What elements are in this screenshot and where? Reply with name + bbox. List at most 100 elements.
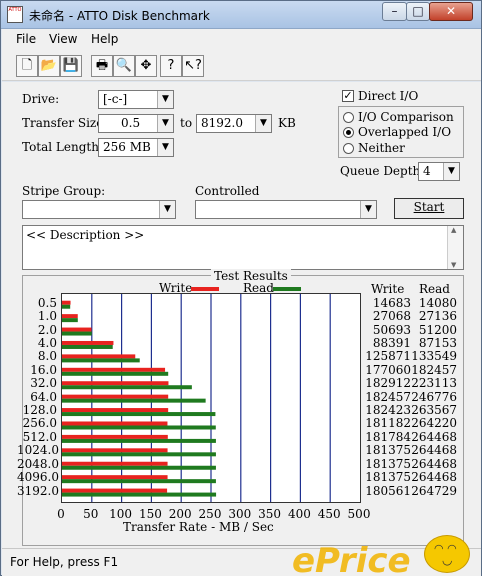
y-tick-label: 4.0 (37, 335, 57, 350)
move-icon[interactable]: ✥ (135, 55, 157, 77)
transfer-from-select[interactable]: 0.5 ▼ (98, 114, 174, 133)
stripe-group-label: Stripe Group: (22, 184, 106, 198)
total-length-value: 256 MB (103, 140, 151, 154)
neither-radio[interactable] (343, 143, 354, 154)
read-bar (62, 304, 71, 309)
write-bar (62, 421, 168, 426)
title-bar[interactable]: ATTO 未命名 - ATTO Disk Benchmark – □ ✕ (1, 1, 481, 29)
minimize-button[interactable]: – (382, 2, 407, 21)
help-icon[interactable]: ? (160, 55, 182, 77)
description-textarea[interactable]: << Description >> (22, 225, 464, 270)
write-value: 182423 (365, 403, 411, 418)
start-button-label: Start (413, 200, 445, 214)
read-bar (62, 371, 169, 376)
chevron-down-icon[interactable]: ▼ (157, 139, 173, 156)
write-value: 181375 (365, 443, 411, 458)
total-length-select[interactable]: 256 MB ▼ (98, 138, 174, 157)
legend-write-swatch (191, 287, 219, 291)
transfer-size-label: Transfer Size: (22, 116, 108, 130)
transfer-to-select[interactable]: 8192.0 ▼ (196, 114, 272, 133)
overlapped-io-label: Overlapped I/O (358, 125, 452, 139)
atto-app-icon: ATTO (7, 6, 23, 23)
eprice-watermark: ePrice (292, 541, 411, 576)
overlapped-io-radio[interactable] (343, 127, 354, 138)
save-icon[interactable]: 💾 (60, 55, 82, 77)
read-bar (62, 344, 113, 349)
transfer-from-value: 0.5 (121, 116, 141, 130)
y-tick-label: 8.0 (37, 349, 57, 364)
total-length-label: Total Length: (22, 140, 103, 154)
write-value: 27068 (372, 309, 411, 324)
read-value: 182457 (411, 362, 457, 377)
x-tick-label: 50 (83, 507, 99, 521)
drive-select[interactable]: [-c-] ▼ (98, 90, 174, 109)
write-column-header: Write (371, 282, 405, 296)
io-comparison-label: I/O Comparison (358, 110, 454, 124)
read-bar (62, 465, 216, 470)
write-bar (62, 367, 166, 372)
controlled-select[interactable]: ▼ (195, 200, 377, 219)
read-bar (62, 318, 78, 323)
queue-depth-select[interactable]: 4 ▼ (418, 162, 460, 181)
write-value: 14683 (372, 295, 411, 310)
write-bar (62, 408, 169, 413)
neither-label: Neither (358, 141, 405, 155)
chevron-down-icon[interactable]: ▼ (159, 201, 175, 218)
y-tick-label: 2.0 (37, 322, 57, 337)
context-help-icon[interactable]: ↖? (182, 55, 204, 77)
chevron-down-icon[interactable]: ▼ (157, 91, 173, 108)
print-icon[interactable]: 🖶 (91, 55, 113, 77)
read-column-header: Read (419, 282, 450, 296)
x-tick-label: 0 (57, 507, 65, 521)
controlled-label: Controlled (195, 184, 260, 198)
y-tick-label: 1.0 (37, 309, 57, 324)
menu-view[interactable]: View (49, 32, 77, 46)
y-tick-label: 64.0 (30, 389, 57, 404)
open-folder-icon[interactable]: 📂 (38, 55, 60, 77)
print-preview-icon[interactable]: 🔍 (113, 55, 135, 77)
description-scrollbar[interactable] (447, 226, 463, 269)
menu-help[interactable]: Help (91, 32, 118, 46)
write-bar (62, 434, 168, 439)
y-tick-label: 256.0 (22, 416, 57, 431)
start-button[interactable]: Start (394, 198, 464, 219)
chevron-down-icon[interactable]: ▼ (360, 201, 376, 218)
main-panel: Drive: [-c-] ▼ Transfer Size: 0.5 ▼ to 8… (2, 82, 481, 548)
x-tick-label: 100 (109, 507, 133, 521)
read-value: 264468 (411, 429, 457, 444)
write-value: 182912 (365, 376, 411, 391)
write-value: 177060 (365, 362, 411, 377)
read-value: 27136 (418, 309, 457, 324)
read-value: 264468 (411, 470, 457, 485)
close-button[interactable]: ✕ (429, 2, 473, 21)
new-document-icon[interactable]: 🗋 (16, 55, 38, 77)
maximize-button[interactable]: □ (406, 2, 430, 21)
chevron-down-icon[interactable]: ▼ (443, 163, 459, 180)
app-window: ATTO 未命名 - ATTO Disk Benchmark – □ ✕ Fil… (0, 0, 482, 576)
read-value: 264468 (411, 443, 457, 458)
write-bar (62, 448, 168, 453)
read-value: 246776 (411, 389, 457, 404)
chevron-down-icon[interactable]: ▼ (157, 115, 173, 132)
y-tick-label: 0.5 (37, 295, 57, 310)
test-results-group: Test Results Write Read Write Read 0.5 1.… (17, 269, 464, 546)
read-value: 264220 (411, 416, 457, 431)
write-bar (62, 300, 71, 305)
write-value: 180561 (365, 483, 411, 498)
x-tick-label: 200 (168, 507, 192, 521)
direct-io-checkbox[interactable]: ✓ (342, 90, 354, 102)
write-bar (62, 327, 92, 332)
read-bar (62, 412, 216, 417)
chevron-down-icon[interactable]: ▼ (255, 115, 271, 132)
x-tick-label: 500 (347, 507, 371, 521)
x-tick-label: 400 (287, 507, 311, 521)
read-value: 223113 (411, 376, 457, 391)
io-comparison-radio[interactable] (343, 112, 354, 123)
stripe-group-select[interactable]: ▼ (22, 200, 176, 219)
menu-file[interactable]: File (16, 32, 36, 46)
read-value: 87153 (418, 335, 457, 350)
window-title: 未命名 - ATTO Disk Benchmark (29, 9, 210, 23)
write-bar (62, 461, 168, 466)
x-tick-label: 300 (228, 507, 252, 521)
queue-depth-value: 4 (423, 164, 431, 178)
